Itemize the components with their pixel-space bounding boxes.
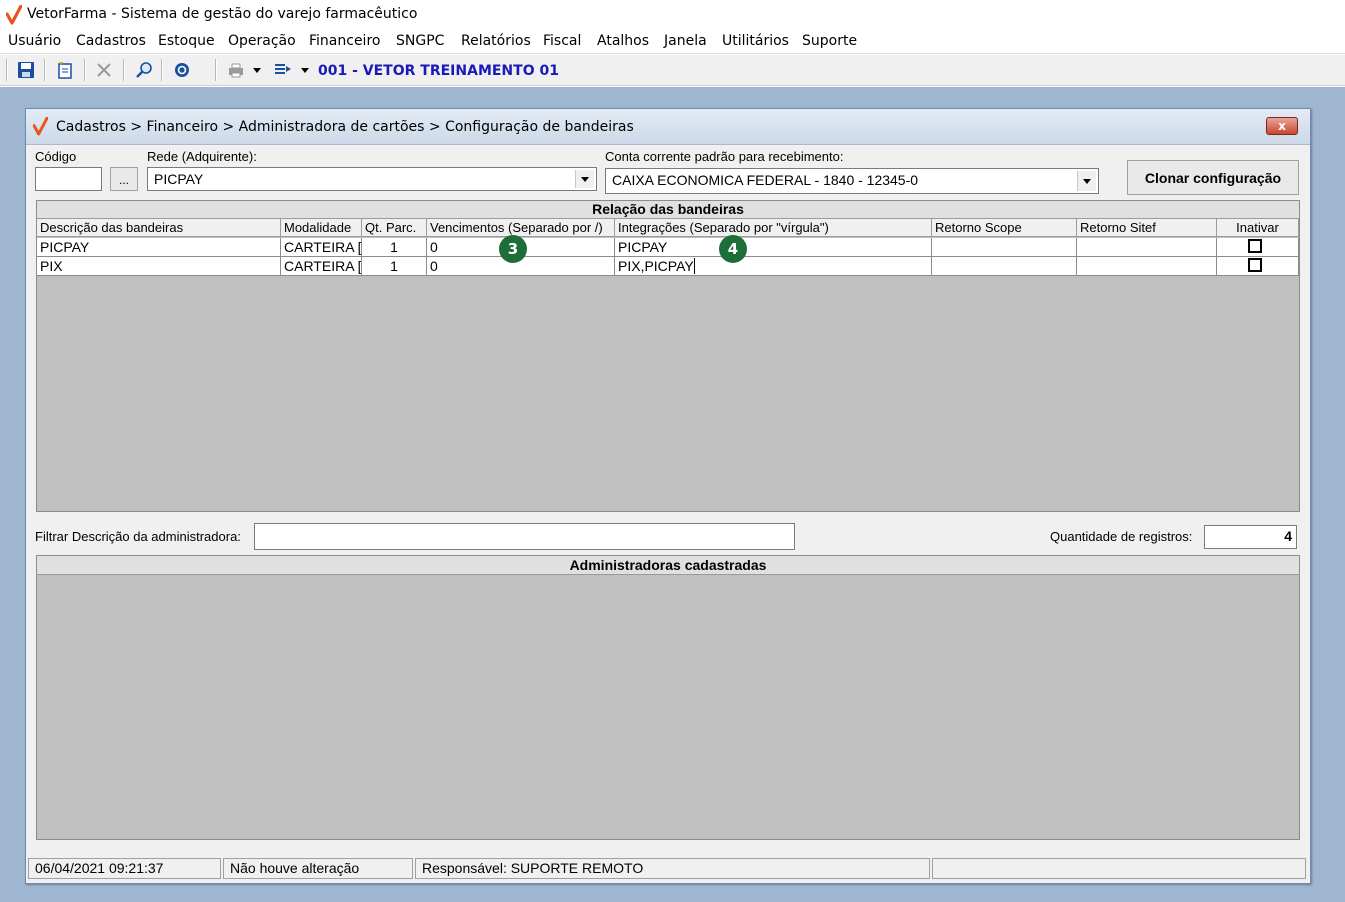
delete-icon[interactable] bbox=[93, 59, 115, 81]
breadcrumb: Cadastros > Financeiro > Administradora … bbox=[56, 119, 634, 135]
export-dropdown-icon[interactable] bbox=[298, 59, 312, 81]
col-header-descricao[interactable]: Descrição das bandeiras bbox=[37, 219, 281, 237]
col-header-inativar[interactable]: Inativar bbox=[1217, 219, 1299, 237]
menu-janela[interactable]: Janela bbox=[664, 33, 707, 49]
menu-sngpc[interactable]: SNGPC bbox=[396, 33, 444, 49]
table-cell-descricao[interactable]: PICPAY bbox=[37, 238, 281, 257]
table-cell-integracoes[interactable]: PIX,PICPAY​ bbox=[615, 257, 932, 276]
app-title: VetorFarma - Sistema de gestão do varejo… bbox=[27, 6, 418, 22]
integracoes-edit-value: PIX,PICPAY bbox=[618, 258, 694, 274]
rede-label: Rede (Adquirente): bbox=[147, 149, 257, 164]
col-header-retorno-sitef[interactable]: Retorno Sitef bbox=[1077, 219, 1217, 237]
menu-operacao[interactable]: Operação bbox=[228, 33, 296, 49]
text-cursor: ​ bbox=[693, 258, 695, 274]
toolbar-separator bbox=[123, 59, 125, 81]
bandeiras-caption: Relação das bandeiras bbox=[37, 201, 1299, 219]
menu-suporte[interactable]: Suporte bbox=[802, 33, 857, 49]
codigo-lookup-button[interactable]: ... bbox=[110, 167, 138, 191]
menu-atalhos[interactable]: Atalhos bbox=[597, 33, 649, 49]
step-badge-3: 3 bbox=[499, 235, 527, 263]
table-cell-modalidade[interactable]: CARTEIRA [ bbox=[281, 238, 362, 257]
printer-icon[interactable] bbox=[225, 59, 247, 81]
menu-utilitarios[interactable]: Utilitários bbox=[722, 33, 789, 49]
table-cell-retorno-sitef[interactable] bbox=[1077, 238, 1217, 257]
menu-relatorios[interactable]: Relatórios bbox=[461, 33, 531, 49]
toolbar: 001 - VETOR TREINAMENTO 01 bbox=[0, 55, 1345, 86]
search-icon[interactable] bbox=[133, 59, 155, 81]
printer-dropdown-icon[interactable] bbox=[250, 59, 264, 81]
chevron-down-icon[interactable] bbox=[575, 170, 594, 188]
child-window-title-bar: Cadastros > Financeiro > Administradora … bbox=[26, 109, 1310, 145]
codigo-label: Código bbox=[35, 149, 77, 164]
table-cell-descricao[interactable]: PIX bbox=[37, 257, 281, 276]
count-value: 4 bbox=[1204, 525, 1297, 549]
administradoras-grid: Administradoras cadastradas bbox=[36, 555, 1300, 840]
toolbar-separator bbox=[44, 59, 46, 81]
menu-estoque[interactable]: Estoque bbox=[158, 33, 215, 49]
table-cell-qt-parc[interactable]: 1 bbox=[362, 238, 427, 257]
toolbar-separator bbox=[161, 59, 163, 81]
rede-select-value: PICPAY bbox=[154, 171, 204, 187]
conta-select[interactable]: CAIXA ECONOMICA FEDERAL - 1840 - 12345-0 bbox=[605, 168, 1099, 194]
filter-label: Filtrar Descrição da administradora: bbox=[35, 529, 241, 544]
toolbar-grip bbox=[6, 59, 8, 81]
table-cell-inativar bbox=[1217, 257, 1299, 276]
table-cell-qt-parc[interactable]: 1 bbox=[362, 257, 427, 276]
app-title-bar: VetorFarma - Sistema de gestão do varejo… bbox=[0, 0, 1345, 30]
rede-select[interactable]: PICPAY bbox=[147, 167, 597, 191]
save-icon[interactable] bbox=[15, 59, 37, 81]
inativar-checkbox[interactable] bbox=[1248, 258, 1262, 272]
menu-fiscal[interactable]: Fiscal bbox=[543, 33, 581, 49]
inativar-checkbox[interactable] bbox=[1248, 239, 1262, 253]
table-cell-retorno-scope[interactable] bbox=[932, 257, 1077, 276]
count-label: Quantidade de registros: bbox=[1050, 529, 1193, 544]
conta-select-value: CAIXA ECONOMICA FEDERAL - 1840 - 12345-0 bbox=[612, 172, 919, 188]
status-datetime: 06/04/2021 09:21:37 bbox=[28, 858, 221, 879]
chevron-down-icon[interactable] bbox=[1077, 171, 1096, 191]
menu-bar: Usuário Cadastros Estoque Operação Finan… bbox=[0, 30, 1345, 54]
table-cell-integracoes[interactable]: PICPAY bbox=[615, 238, 932, 257]
conta-label: Conta corrente padrão para recebimento: bbox=[605, 149, 844, 164]
menu-usuario[interactable]: Usuário bbox=[8, 33, 61, 49]
table-cell-modalidade[interactable]: CARTEIRA [ bbox=[281, 257, 362, 276]
step-badge-4: 4 bbox=[719, 235, 747, 263]
status-bar: 06/04/2021 09:21:37 Não houve alteração … bbox=[26, 855, 1310, 883]
status-extra bbox=[932, 858, 1306, 879]
company-label: 001 - VETOR TREINAMENTO 01 bbox=[318, 63, 559, 79]
close-icon: x bbox=[1278, 119, 1286, 133]
table-cell-retorno-sitef[interactable] bbox=[1077, 257, 1217, 276]
status-change: Não houve alteração bbox=[223, 858, 413, 879]
power-icon[interactable] bbox=[171, 59, 193, 81]
export-list-icon[interactable] bbox=[272, 59, 294, 81]
close-button[interactable]: x bbox=[1266, 117, 1298, 135]
table-cell-inativar bbox=[1217, 238, 1299, 257]
vetorfarma-logo-icon bbox=[6, 5, 22, 25]
vetorfarma-logo-icon bbox=[33, 117, 48, 136]
col-header-vencimentos[interactable]: Vencimentos (Separado por /) bbox=[427, 219, 615, 237]
col-header-retorno-scope[interactable]: Retorno Scope bbox=[932, 219, 1077, 237]
child-window: Cadastros > Financeiro > Administradora … bbox=[25, 108, 1311, 884]
col-header-qt-parc[interactable]: Qt. Parc. bbox=[362, 219, 427, 237]
toolbar-separator bbox=[215, 59, 217, 81]
toolbar-separator bbox=[84, 59, 86, 81]
menu-financeiro[interactable]: Financeiro bbox=[309, 33, 380, 49]
status-responsible: Responsável: SUPORTE REMOTO bbox=[415, 858, 930, 879]
administradoras-caption: Administradoras cadastradas bbox=[37, 556, 1299, 575]
bandeiras-grid: Relação das bandeiras Descrição das band… bbox=[36, 200, 1300, 512]
menu-cadastros[interactable]: Cadastros bbox=[76, 33, 146, 49]
clone-config-button[interactable]: Clonar configuração bbox=[1127, 160, 1299, 195]
new-document-icon[interactable] bbox=[54, 59, 76, 81]
filter-input[interactable] bbox=[254, 523, 795, 550]
col-header-modalidade[interactable]: Modalidade bbox=[281, 219, 362, 237]
codigo-input[interactable] bbox=[35, 167, 102, 191]
table-cell-retorno-scope[interactable] bbox=[932, 238, 1077, 257]
col-header-integracoes[interactable]: Integrações (Separado por "vírgula") bbox=[615, 219, 932, 237]
